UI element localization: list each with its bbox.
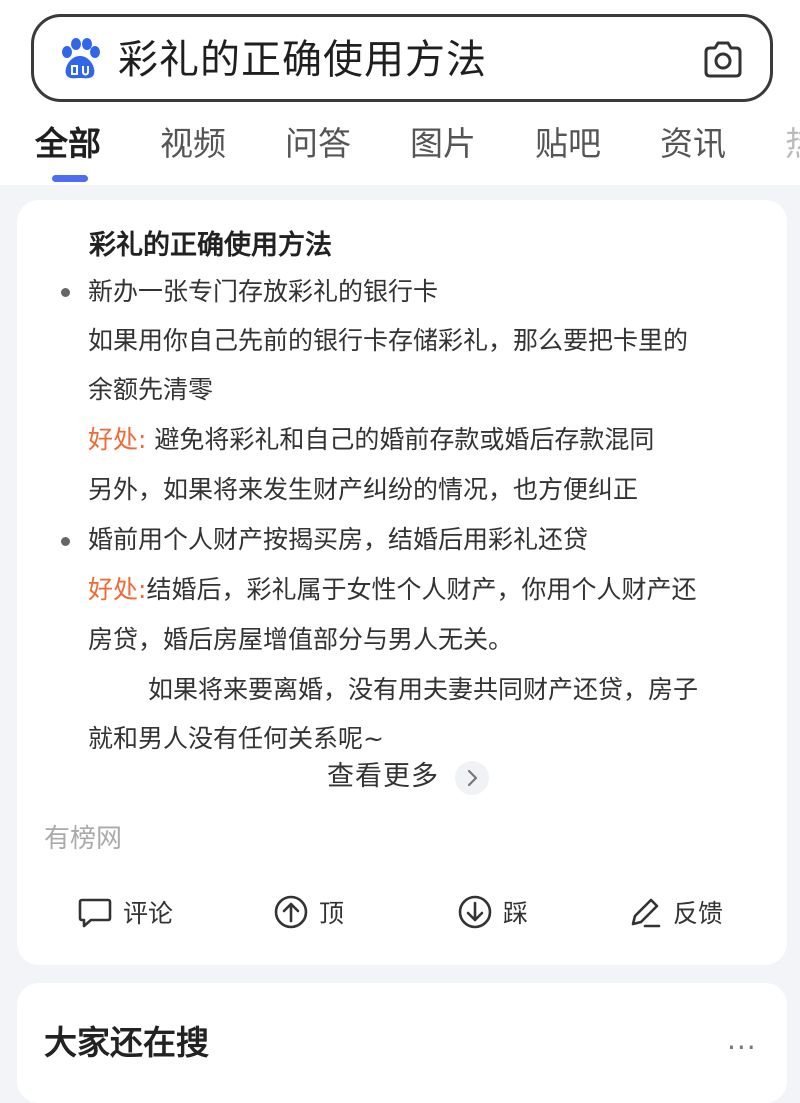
pencil-icon bbox=[631, 898, 661, 928]
upvote-label: 顶 bbox=[319, 899, 345, 928]
camera-icon[interactable] bbox=[702, 40, 744, 80]
top-bar: 彩礼的正确使用方法 全部 视频 问答 图片 贴吧 资讯 热 bbox=[0, 0, 800, 185]
result-card: 彩礼的正确使用方法 新办一张专门存放彩礼的银行卡 如果用你自己先前的银行卡存储彩… bbox=[17, 200, 787, 965]
arrow-up-circle-icon bbox=[274, 895, 308, 929]
tab-bar: 全部 视频 问答 图片 贴吧 资讯 热 bbox=[0, 118, 800, 184]
downvote-button[interactable]: 踩 bbox=[457, 890, 528, 934]
tab-all[interactable]: 全部 bbox=[35, 122, 101, 166]
baidu-paw-logo-icon[interactable] bbox=[58, 38, 102, 82]
tab-hot[interactable]: 热 bbox=[785, 122, 800, 166]
related-searches-title: 大家还在搜 bbox=[44, 1023, 209, 1062]
tab-video[interactable]: 视频 bbox=[160, 122, 226, 166]
tab-qa[interactable]: 问答 bbox=[285, 122, 351, 166]
bullet-dot bbox=[61, 537, 70, 546]
benefit-label: 好处: bbox=[88, 575, 147, 604]
result-title[interactable]: 彩礼的正确使用方法 bbox=[89, 226, 332, 266]
search-box[interactable]: 彩礼的正确使用方法 bbox=[31, 14, 773, 102]
feedback-button[interactable]: 反馈 bbox=[627, 890, 723, 934]
source-label[interactable]: 有榜网 bbox=[44, 819, 122, 859]
comment-label: 评论 bbox=[123, 899, 174, 928]
upvote-button[interactable]: 顶 bbox=[273, 890, 344, 934]
result-line: 另外，如果将来发生财产纠纷的情况，也方便纠正 bbox=[88, 475, 639, 504]
result-line: 房贷，婚后房屋增值部分与男人无关。 bbox=[88, 625, 514, 654]
view-more-button[interactable]: 查看更多 bbox=[327, 757, 439, 797]
downvote-label: 踩 bbox=[503, 899, 529, 928]
result-line: 如果用你自己先前的银行卡存储彩礼，那么要把卡里的 bbox=[88, 326, 689, 355]
search-query[interactable]: 彩礼的正确使用方法 bbox=[118, 35, 487, 85]
result-line: 婚前用个人财产按揭买房，结婚后用彩礼还贷 bbox=[88, 525, 589, 554]
benefit-label: 好处: bbox=[88, 425, 155, 454]
arrow-down-circle-icon bbox=[458, 895, 492, 929]
related-searches-card: 大家还在搜 ··· bbox=[17, 983, 787, 1103]
chevron-right-icon[interactable] bbox=[455, 761, 489, 795]
bullet-dot bbox=[61, 288, 70, 297]
active-tab-indicator bbox=[52, 175, 88, 182]
comment-button[interactable]: 评论 bbox=[77, 890, 173, 934]
benefit-text: 结婚后，彩礼属于女性个人财产，你用个人财产还 bbox=[146, 575, 697, 604]
result-line: 如果将来要离婚，没有用夫妻共同财产还贷，房子 bbox=[148, 675, 699, 704]
comment-icon bbox=[78, 898, 112, 928]
result-line: 就和男人没有任何关系呢~ bbox=[88, 724, 384, 753]
tab-news[interactable]: 资讯 bbox=[660, 122, 726, 166]
feedback-label: 反馈 bbox=[673, 899, 724, 928]
tab-tieba[interactable]: 贴吧 bbox=[535, 122, 601, 166]
benefit-text: 避免将彩礼和自己的婚前存款或婚后存款混同 bbox=[154, 425, 655, 454]
result-line: 好处: 避免将彩礼和自己的婚前存款或婚后存款混同 bbox=[88, 422, 654, 458]
result-line: 新办一张专门存放彩礼的银行卡 bbox=[88, 277, 439, 306]
result-line: 余额先清零 bbox=[88, 375, 214, 404]
more-options-icon[interactable]: ··· bbox=[727, 1031, 757, 1064]
result-line: 好处:结婚后，彩礼属于女性个人财产，你用个人财产还 bbox=[88, 572, 696, 608]
tab-images[interactable]: 图片 bbox=[410, 122, 476, 166]
